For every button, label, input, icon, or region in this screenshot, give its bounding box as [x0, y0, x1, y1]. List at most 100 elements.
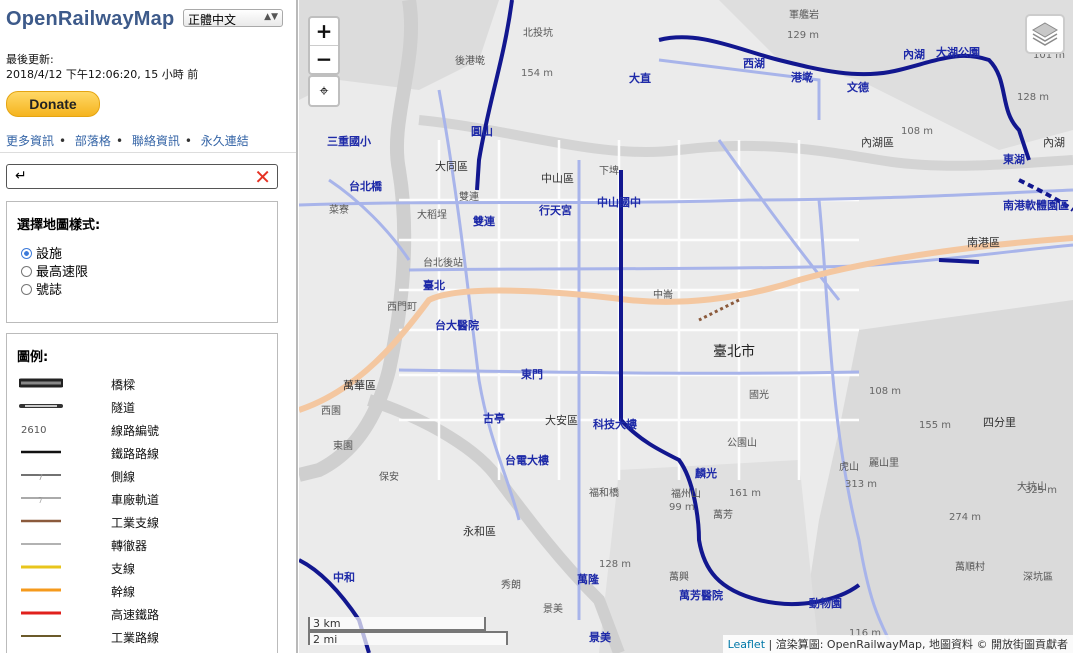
radio-unchecked-icon[interactable]: [21, 284, 32, 295]
layers-button[interactable]: [1025, 14, 1065, 54]
elevation-label: 128 m: [1017, 92, 1049, 103]
place-label: 軍艦岩: [789, 8, 819, 21]
station-label[interactable]: 東門: [521, 367, 543, 381]
locate-button[interactable]: ⌖: [308, 75, 340, 107]
link-permalink[interactable]: 永久連結: [201, 134, 249, 148]
language-select[interactable]: 正體中文 ▲▼: [183, 9, 283, 27]
legend-label: 轉徹器: [111, 539, 148, 553]
radio-unchecked-icon[interactable]: [21, 266, 32, 277]
station-label[interactable]: 萬隆: [577, 572, 600, 586]
donate-button[interactable]: Donate: [6, 91, 100, 117]
legend-label: 工業支線: [111, 516, 160, 530]
siding-line-icon: 7: [21, 473, 61, 482]
station-label[interactable]: 圓山: [471, 124, 493, 138]
scale-bar: 3 km 2 mi: [308, 617, 508, 646]
search-input[interactable]: ↵ ✕: [6, 164, 278, 189]
style-option-label: 設施: [36, 247, 63, 262]
radio-checked-icon[interactable]: [21, 248, 32, 259]
station-label[interactable]: 古亭: [483, 411, 505, 425]
district-label: 內湖區: [861, 136, 894, 149]
zoom-out-button[interactable]: −: [310, 46, 338, 73]
legend-label: 線路編號: [111, 424, 160, 438]
station-label[interactable]: 台大醫院: [435, 318, 479, 332]
station-label[interactable]: 南港軟體園區: [1003, 198, 1069, 212]
place-label: 景美: [543, 602, 563, 615]
zoom-in-button[interactable]: +: [310, 18, 338, 46]
clear-search-icon[interactable]: ✕: [254, 165, 271, 189]
station-label[interactable]: 港墘: [791, 70, 813, 84]
route-number-icon: 2610: [21, 425, 46, 436]
elevation-label: 313 m: [845, 479, 877, 490]
legend-label: 幹線: [111, 585, 136, 599]
district-label: 大同區: [435, 159, 468, 173]
place-label: 虎山: [839, 461, 859, 473]
station-label[interactable]: 西湖: [743, 56, 765, 70]
search-value: ↵: [15, 168, 27, 184]
place-label: 深坑區: [1023, 570, 1053, 583]
style-option-signals[interactable]: 號誌: [21, 282, 62, 300]
place-label: 後港墘: [455, 54, 485, 67]
legend-label: 隧道: [111, 401, 136, 415]
svg-text:7: 7: [38, 473, 43, 482]
legend-item: 鐵路路線: [19, 443, 279, 465]
style-selector-title: 選擇地圖樣式:: [17, 218, 101, 233]
legend-label: 側線: [111, 470, 136, 484]
station-label[interactable]: 大湖公園: [936, 45, 980, 59]
attribution-text: | 渲染算圖: OpenRailwayMap, 地圖資料 © 開放街圖貢獻者: [765, 638, 1069, 651]
station-label[interactable]: 台北橋: [349, 179, 383, 193]
station-label[interactable]: 萬芳醫院: [679, 588, 723, 602]
station-label[interactable]: 東湖: [1003, 152, 1025, 166]
station-label[interactable]: 中和: [333, 570, 355, 584]
style-option-infrastructure[interactable]: 設施: [21, 246, 62, 264]
station-label[interactable]: 大直: [629, 71, 651, 85]
bridge-line-icon: [19, 378, 63, 388]
bullet-separator: •: [115, 134, 124, 148]
district-label: 永和區: [463, 524, 496, 538]
last-update: 最後更新: 2018/4/12 下午12:06:20, 15 小時 前: [6, 52, 198, 82]
elevation-label: 325 m: [1025, 485, 1057, 496]
route-number-sample: 2610: [21, 425, 46, 436]
place-label: 台北後站: [423, 256, 463, 269]
bullet-separator: •: [184, 134, 192, 148]
station-label[interactable]: 景美: [588, 630, 612, 644]
legend-item: 2610 線路編號: [19, 420, 279, 442]
link-blog[interactable]: 部落格: [75, 134, 111, 148]
map-tiles[interactable]: 圓山 大直 西湖 港墘 文德 內湖 大湖公園 三重國小 台北橋 雙連 行天宮 中…: [299, 0, 1073, 653]
link-more-info[interactable]: 更多資訊: [6, 134, 54, 148]
svg-text:7: 7: [38, 496, 43, 505]
station-label[interactable]: 科技大樓: [593, 417, 637, 431]
station-label[interactable]: 內湖: [903, 47, 925, 61]
info-links: 更多資訊 • 部落格 • 聯絡資訊 • 永久連結: [6, 132, 249, 149]
link-contact[interactable]: 聯絡資訊: [132, 134, 180, 148]
station-label[interactable]: 文德: [847, 80, 869, 94]
place-label: 福州山: [671, 487, 701, 500]
layers-icon: [1032, 22, 1058, 46]
chevron-updown-icon: ▲▼: [264, 12, 278, 22]
style-option-maxspeed[interactable]: 最高速限: [21, 264, 88, 282]
station-label[interactable]: 臺北: [423, 278, 445, 292]
highspeed-line-icon: [21, 611, 61, 615]
elevation-label: 99 m: [669, 502, 695, 513]
station-label[interactable]: 中山國中: [597, 195, 641, 209]
station-label[interactable]: 動物園: [809, 596, 842, 610]
legend-label: 高速鐵路: [111, 608, 160, 622]
elevation-label: 154 m: [521, 68, 553, 79]
legend-item: 7 車廠軌道: [19, 489, 279, 511]
station-label[interactable]: 雙連: [473, 214, 496, 228]
station-label[interactable]: 三重國小: [327, 134, 371, 148]
station-label[interactable]: 台電大樓: [505, 453, 549, 467]
map-canvas[interactable]: 圓山 大直 西湖 港墘 文德 內湖 大湖公園 三重國小 台北橋 雙連 行天宮 中…: [299, 0, 1073, 653]
legend-item: 工業路線: [19, 627, 279, 649]
app-title[interactable]: OpenRailwayMap: [6, 8, 174, 31]
station-label[interactable]: 行天宮: [538, 203, 572, 217]
scale-imperial: 2 mi: [308, 631, 508, 646]
switch-line-icon: [21, 543, 61, 545]
legend-label: 鐵路路線: [111, 447, 160, 461]
station-label[interactable]: 麟光: [695, 466, 717, 480]
place-label: 萬興: [669, 570, 689, 583]
place-label: 萬芳: [713, 508, 733, 521]
leaflet-link[interactable]: Leaflet: [728, 638, 765, 651]
attribution: Leaflet | 渲染算圖: OpenRailwayMap, 地圖資料 © 開…: [722, 635, 1073, 653]
place-label: 雙連: [459, 190, 479, 203]
legend-item: 高速鐵路: [19, 604, 279, 626]
